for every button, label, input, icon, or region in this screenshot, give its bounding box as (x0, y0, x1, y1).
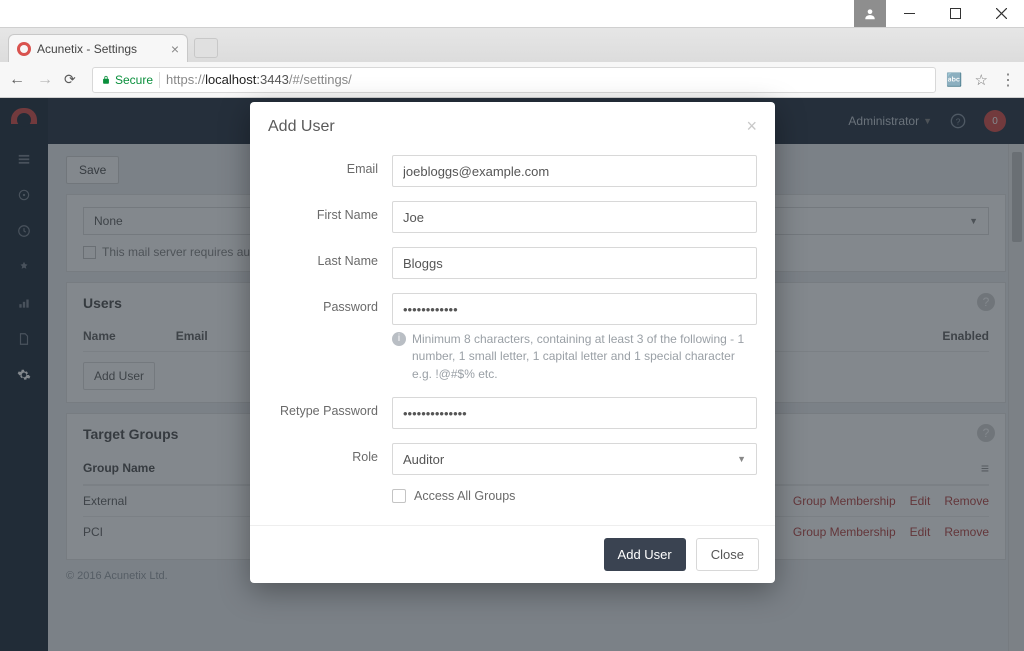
password-input[interactable] (392, 293, 757, 325)
os-close-button[interactable] (978, 0, 1024, 27)
access-all-groups-checkbox[interactable]: Access All Groups (392, 489, 757, 503)
add-user-modal: Add User × Email First Name Last Name Pa… (250, 102, 775, 583)
lock-icon (101, 75, 111, 85)
secure-label: Secure (115, 73, 153, 87)
secure-indicator: Secure (101, 73, 153, 87)
modal-close-button[interactable]: Close (696, 538, 759, 571)
browser-menu-icon[interactable]: ⋮ (1000, 70, 1016, 90)
role-select[interactable]: Auditor ▼ (392, 443, 757, 475)
new-tab-button[interactable] (194, 38, 218, 58)
label-email: Email (268, 155, 392, 176)
browser-tab-active[interactable]: Acunetix - Settings × (8, 34, 188, 62)
nav-reload-button[interactable]: ⟳ (64, 71, 82, 88)
checkbox-icon (392, 489, 406, 503)
translate-icon[interactable]: 🔤 (946, 72, 962, 88)
browser-tab-strip: Acunetix - Settings × (0, 28, 1024, 62)
modal-submit-button[interactable]: Add User (604, 538, 686, 571)
os-user-icon[interactable] (854, 0, 886, 27)
nav-forward-button[interactable]: → (36, 71, 54, 89)
password-hint: i Minimum 8 characters, containing at le… (392, 331, 757, 383)
bookmark-icon[interactable]: ☆ (975, 71, 988, 89)
modal-title: Add User (268, 118, 335, 136)
os-titlebar (0, 0, 1024, 28)
label-role: Role (268, 443, 392, 464)
label-first-name: First Name (268, 201, 392, 222)
label-last-name: Last Name (268, 247, 392, 268)
email-input[interactable] (392, 155, 757, 187)
info-icon: i (392, 332, 406, 346)
nav-back-button[interactable]: ← (8, 71, 26, 89)
browser-toolbar: ← → ⟳ Secure https://localhost:3443/#/se… (0, 62, 1024, 98)
tab-close-icon[interactable]: × (171, 41, 179, 57)
tab-favicon (17, 42, 31, 56)
label-password: Password (268, 293, 392, 314)
os-maximize-button[interactable] (932, 0, 978, 27)
os-minimize-button[interactable] (886, 0, 932, 27)
url-text: https://localhost:3443/#/settings/ (166, 72, 352, 87)
url-separator (159, 72, 160, 88)
label-retype-password: Retype Password (268, 397, 392, 418)
retype-password-input[interactable] (392, 397, 757, 429)
first-name-input[interactable] (392, 201, 757, 233)
tab-title: Acunetix - Settings (37, 42, 165, 56)
chevron-down-icon: ▼ (737, 454, 746, 464)
address-bar[interactable]: Secure https://localhost:3443/#/settings… (92, 67, 936, 93)
modal-close-icon[interactable]: × (746, 116, 757, 137)
last-name-input[interactable] (392, 247, 757, 279)
